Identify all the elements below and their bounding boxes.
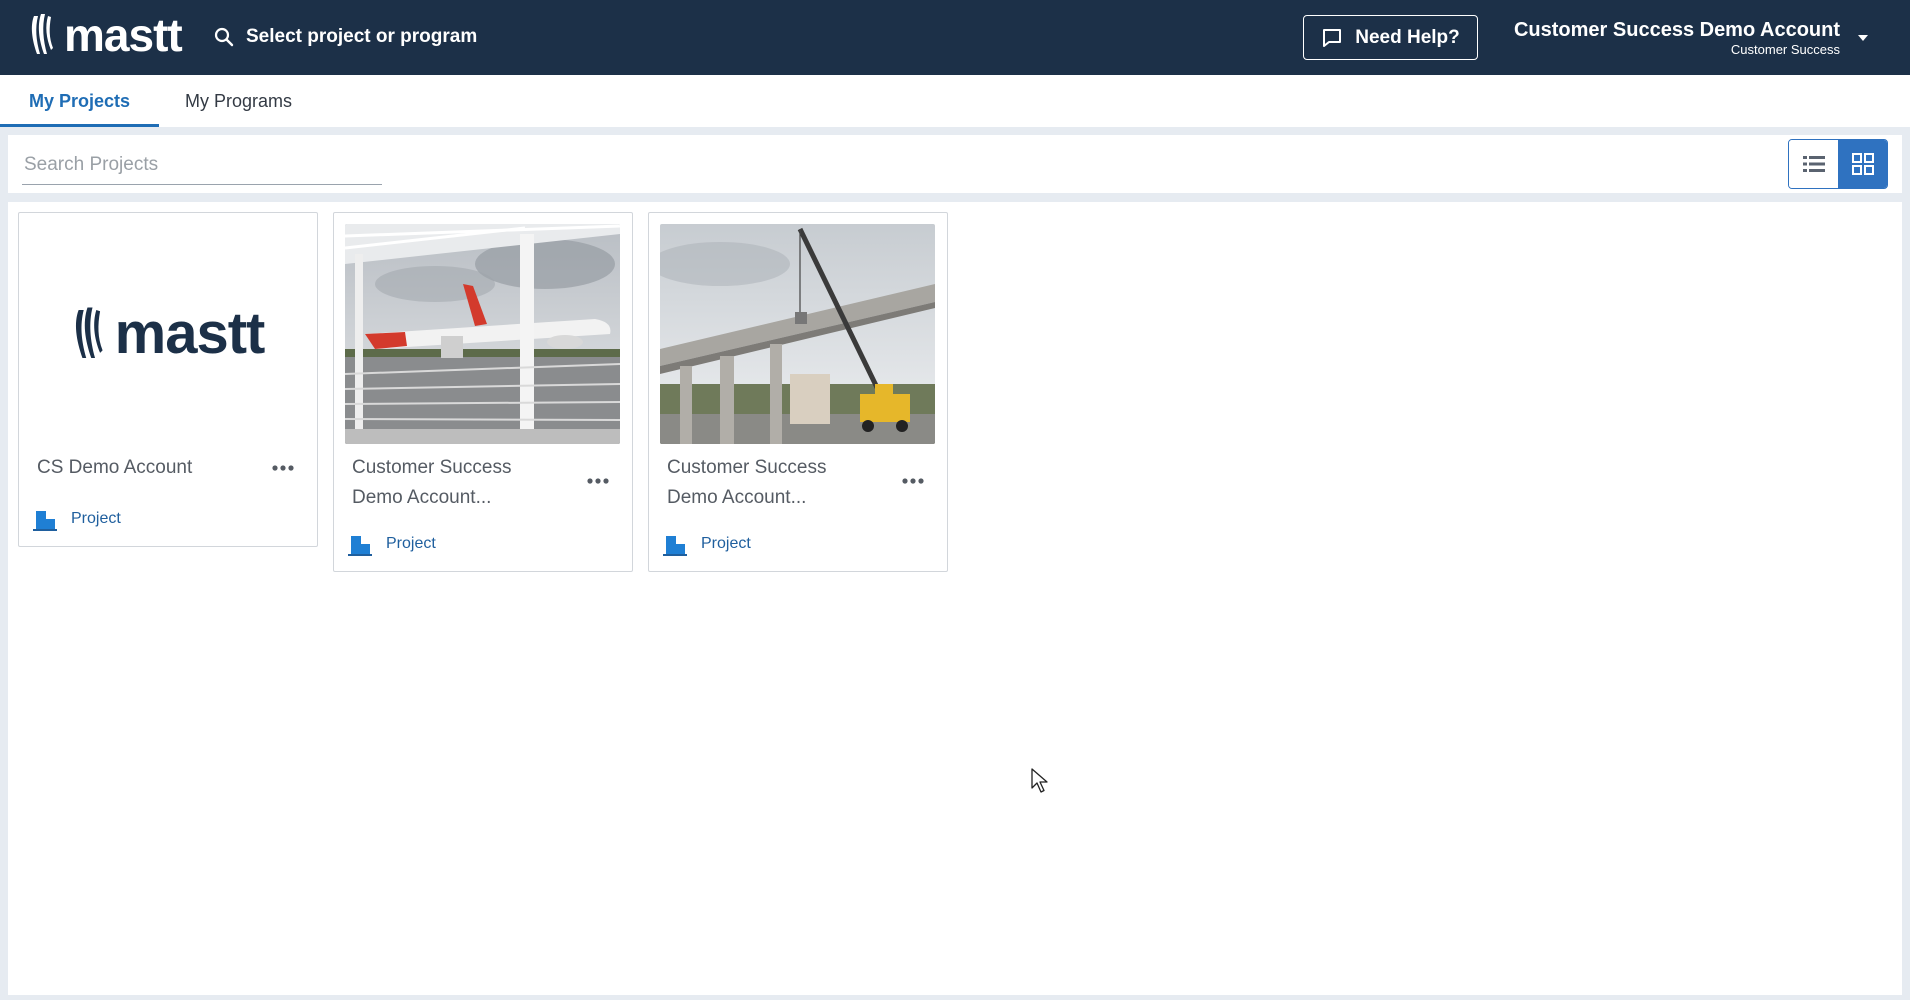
- mastt-mark-icon: [75, 307, 103, 358]
- project-title: Customer Success Demo Account...: [352, 453, 511, 513]
- project-card[interactable]: mastt CS Demo Account Project: [18, 212, 318, 547]
- project-type-label: Project: [71, 510, 121, 527]
- project-thumbnail-crane: [660, 224, 935, 444]
- chevron-down-icon[interactable]: [1856, 33, 1870, 43]
- mastt-mark-icon: [31, 14, 53, 54]
- search-projects-input[interactable]: [22, 145, 382, 185]
- chat-bubble-icon: [1323, 28, 1342, 47]
- logo-wordmark: mastt: [64, 9, 183, 61]
- project-thumbnail-airport: [345, 224, 620, 444]
- project-title-line-2: Demo Account...: [667, 487, 807, 508]
- project-title-line-2: Demo Account...: [352, 487, 492, 508]
- project-card[interactable]: Customer Success Demo Account... Project: [333, 212, 633, 572]
- project-title-line-1: Customer Success: [667, 457, 827, 478]
- account-role: Customer Success: [1730, 42, 1840, 57]
- crane-bridge-photo: [660, 224, 935, 444]
- app-logo[interactable]: mastt: [28, 9, 183, 61]
- project-more-button[interactable]: [582, 469, 614, 493]
- mouse-cursor-icon: [1031, 768, 1048, 793]
- project-title: Customer Success Demo Account...: [667, 453, 826, 513]
- tab-bar: My Projects My Programs: [0, 75, 1910, 127]
- project-thumbnail-logo: mastt: [30, 224, 305, 444]
- project-title: CS Demo Account: [37, 457, 193, 478]
- project-type-label: Project: [701, 535, 751, 552]
- project-type: Project: [33, 507, 121, 531]
- project-title-line-1: Customer Success: [352, 457, 512, 478]
- list-view-button[interactable]: [1789, 140, 1838, 188]
- project-type: Project: [348, 532, 436, 556]
- project-more-button[interactable]: [897, 469, 929, 493]
- account-name: Customer Success Demo Account: [1513, 19, 1840, 41]
- more-horizontal-icon: [902, 478, 924, 484]
- grid-icon: [1851, 153, 1874, 175]
- project-card[interactable]: Customer Success Demo Account... Project: [648, 212, 948, 572]
- logo-wordmark: mastt: [114, 301, 266, 366]
- building-icon: [33, 511, 57, 531]
- building-icon: [663, 536, 687, 556]
- top-bar: mastt Select project or program Need Hel…: [0, 0, 1910, 75]
- tab-my-programs[interactable]: My Programs: [159, 75, 318, 127]
- airport-photo: [345, 224, 620, 444]
- list-icon: [1802, 156, 1825, 172]
- project-type-label: Project: [386, 535, 436, 552]
- need-help-label: Need Help?: [1355, 26, 1460, 48]
- mastt-logo: mastt: [71, 305, 265, 363]
- global-search-label: Select project or program: [246, 26, 478, 47]
- view-toggle: [1788, 139, 1888, 189]
- more-horizontal-icon: [272, 465, 294, 471]
- tab-my-projects[interactable]: My Projects: [0, 75, 159, 127]
- global-project-search[interactable]: Select project or program: [214, 22, 477, 52]
- need-help-button[interactable]: Need Help?: [1303, 15, 1478, 60]
- search-icon: [214, 27, 234, 47]
- search-panel: [8, 135, 1902, 193]
- grid-view-button[interactable]: [1838, 140, 1887, 188]
- project-grid: mastt CS Demo Account Project Customer S…: [8, 202, 1902, 995]
- account-menu[interactable]: Customer Success Demo Account Customer S…: [1514, 18, 1840, 58]
- project-type: Project: [663, 532, 751, 556]
- project-more-button[interactable]: [267, 456, 299, 480]
- more-horizontal-icon: [587, 478, 609, 484]
- building-icon: [348, 536, 372, 556]
